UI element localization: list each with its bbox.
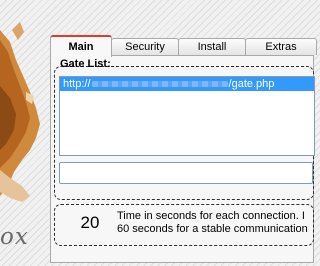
tab-install[interactable]: Install: [178, 38, 246, 55]
timeout-description-line2: 60 seconds for a stable communication: [117, 223, 308, 235]
tab-strip: Main Security Install Extras: [50, 35, 317, 57]
gate-url-input[interactable]: [59, 162, 313, 184]
tab-extras[interactable]: Extras: [245, 38, 317, 55]
gate-url-prefix: http://: [63, 78, 91, 90]
tab-security[interactable]: Security: [111, 38, 179, 55]
gate-list-label: Gate List:: [60, 58, 111, 70]
gate-list-item[interactable]: http:// /gate.php: [60, 77, 314, 91]
main-tab-panel: Gate List: http:// /gate.php Time in seco…: [50, 55, 317, 263]
redacted-url-mask: [91, 81, 228, 88]
gate-list[interactable]: http:// /gate.php: [59, 76, 315, 156]
tab-main[interactable]: Main: [50, 35, 112, 57]
timeout-description-line1: Time in seconds for each connection. I: [117, 210, 305, 222]
gate-url-suffix: /gate.php: [228, 78, 275, 90]
brand-logo-text: ox: [0, 224, 29, 250]
timeout-seconds-input[interactable]: [73, 212, 107, 234]
timeout-description: Time in seconds for each connection. I 6…: [117, 210, 317, 236]
